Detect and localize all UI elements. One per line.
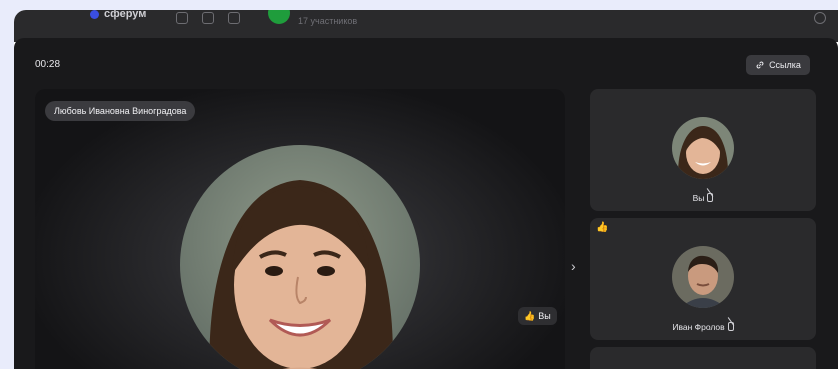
participant-tile-partial[interactable] xyxy=(590,347,816,369)
link-icon xyxy=(756,61,764,69)
main-video-tile[interactable]: Любовь Ивановна Виноградова 👍 Вы xyxy=(35,89,565,369)
phone-icon[interactable] xyxy=(176,12,188,24)
window-icon[interactable] xyxy=(202,12,214,24)
app-name: сферум xyxy=(104,10,147,20)
participant-name: Иван Фролов xyxy=(672,322,725,332)
thumbs-up-icon: 👍 xyxy=(596,222,609,233)
mic-off-icon xyxy=(707,193,714,202)
app-window: сферум 17 участников 00:28 Ссылка Любовь… xyxy=(14,10,838,369)
reaction-author: Вы xyxy=(538,311,551,321)
reaction-badge: 👍 Вы xyxy=(518,307,557,325)
logo-icon xyxy=(90,10,99,19)
logo[interactable]: сферум xyxy=(90,10,146,20)
chevron-right-icon[interactable]: › xyxy=(571,258,576,274)
mic-off-icon xyxy=(727,322,734,331)
speaker-avatar xyxy=(180,145,420,369)
chat-icon[interactable] xyxy=(228,12,240,24)
participant-name: Вы xyxy=(692,193,705,203)
call-panel: 00:28 Ссылка Любовь Ивановна Виноградова xyxy=(14,38,838,369)
participant-label: Вы xyxy=(590,193,816,203)
settings-icon[interactable] xyxy=(814,12,826,24)
participant-label: Иван Фролов xyxy=(590,322,816,332)
participant-tile-ivan[interactable]: 👍 Иван Фролов xyxy=(590,218,816,340)
copy-link-label: Ссылка xyxy=(769,60,801,70)
participant-tile-self[interactable]: Вы xyxy=(590,89,816,211)
self-avatar xyxy=(672,117,734,179)
copy-link-button[interactable]: Ссылка xyxy=(746,55,810,75)
speaker-name-tag: Любовь Ивановна Виноградова xyxy=(45,101,196,121)
participants-count: 17 участников xyxy=(298,16,358,26)
thumbs-up-icon: 👍 xyxy=(524,310,536,321)
chat-avatar[interactable] xyxy=(268,10,290,24)
ivan-avatar xyxy=(672,246,734,308)
call-timer: 00:28 xyxy=(35,59,61,70)
